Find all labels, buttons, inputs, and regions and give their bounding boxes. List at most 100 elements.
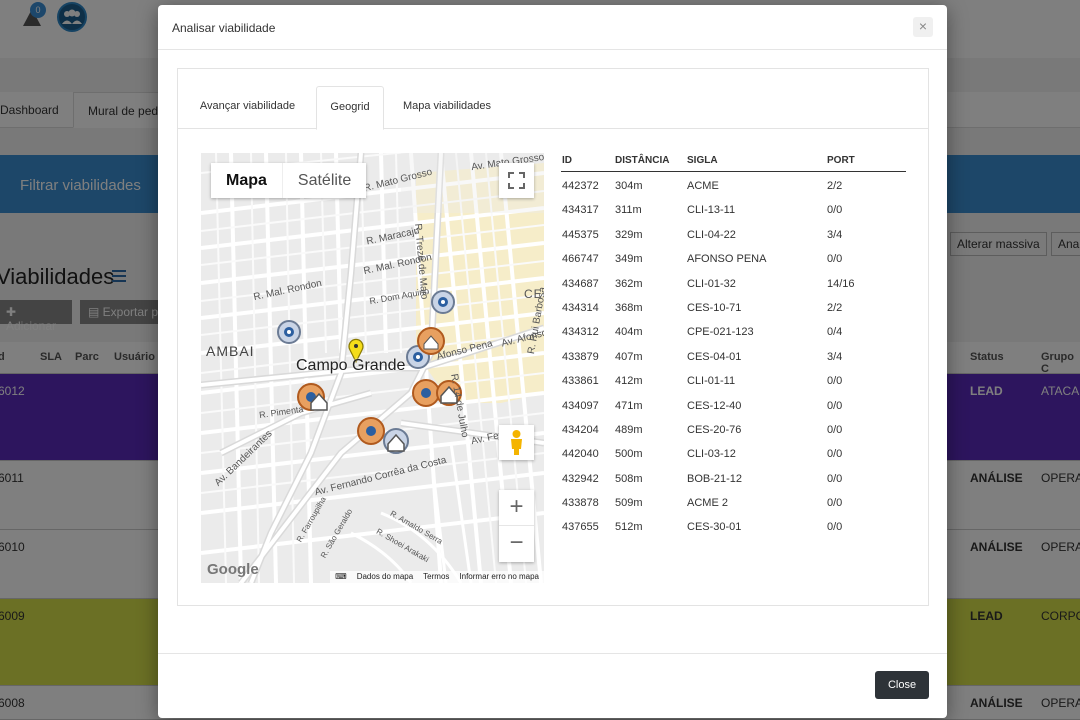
tab-geogrid[interactable]: Geogrid [316,86,384,130]
map-data-link[interactable]: Dados do mapa [357,572,413,582]
table-cell: 14/16 [827,277,855,290]
table-cell: 0/0 [827,204,843,217]
table-cell: 304m [615,180,643,192]
table-cell: 311m [615,204,642,217]
col-port: PORT [827,155,855,166]
terms-link[interactable]: Termos [423,572,449,582]
table-cell: 500m [615,448,643,461]
table-cell: 407m [615,350,643,363]
table-cell: 466747 [562,253,599,266]
table-cell: 368m [615,301,643,314]
table-cell: 434687 [562,277,599,290]
table-cell: 0/0 [827,399,843,412]
zoom-in-button[interactable]: + [499,490,534,526]
geogrid-map[interactable]: Av. Mato Grosso R. Mato Grosso R. Treze … [201,153,544,583]
table-cell: 329m [615,228,643,241]
table-row[interactable]: 434204 489m CES-20-76 0/0 [561,416,906,440]
table-header: ID DISTÂNCIA SIGLA PORT [561,155,906,172]
col-sigla: SIGLA [687,155,718,166]
district-label: CE [524,287,543,301]
table-cell: 0/4 [827,326,843,339]
table-row[interactable]: 434312 404m CPE-021-123 0/4 [561,318,906,342]
table-row[interactable]: 433878 509m ACME 2 0/0 [561,489,906,513]
pegman-icon[interactable] [499,425,534,460]
table-cell: 0/0 [827,375,843,388]
table-body: 442372 304m ACME 2/2 434317 311m CLI-13-11 0/0 4… [561,172,906,538]
table-cell: 404m [615,326,643,339]
table-cell: CLI-03-12 [687,448,736,461]
table-row[interactable]: 442040 500m CLI-03-12 0/0 [561,440,906,464]
table-row[interactable]: 434687 362m CLI-01-32 14/16 [561,270,906,294]
table-cell: CLI-13-11 [687,204,736,217]
fullscreen-icon[interactable] [499,163,534,198]
table-cell: 3/4 [827,350,843,363]
table-cell: 442372 [562,180,599,192]
table-cell: 0/0 [827,521,843,534]
table-cell: CES-10-71 [687,301,742,314]
table-cell: 3/4 [827,228,843,241]
map-type-satellite-button[interactable]: Satélite [281,163,366,198]
table-row[interactable]: 466747 349m AFONSO PENA 0/0 [561,245,906,269]
close-icon[interactable]: × [913,17,933,37]
table-cell: 0/0 [827,497,843,510]
table-cell: 442040 [562,448,599,461]
table-cell: CES-20-76 [687,423,742,436]
table-cell: BOB-21-12 [687,472,743,485]
col-id: ID [562,155,572,166]
table-cell: 2/2 [827,301,843,314]
table-cell: 2/2 [827,180,843,192]
table-row[interactable]: 433861 412m CLI-01-11 0/0 [561,367,906,391]
city-label: Campo Grande [296,357,406,374]
map-type-map-button[interactable]: Mapa [211,163,282,198]
district-label: AMBAI [206,343,255,359]
tab-avancar-viabilidade[interactable]: Avançar viabilidade [187,86,308,129]
tab-mapa-viabilidades[interactable]: Mapa viabilidades [392,86,502,129]
keyboard-icon[interactable]: ⌨ [335,572,347,582]
table-cell: 0/0 [827,448,843,461]
modal-panel: Avançar viabilidade Geogrid Mapa viabili… [177,68,929,606]
table-row[interactable]: 432942 508m BOB-21-12 0/0 [561,465,906,489]
modal-tabs: Avançar viabilidade Geogrid Mapa viabili… [178,85,928,130]
map-type-control: Mapa Satélite [211,163,367,198]
table-cell: 0/0 [827,472,843,485]
zoom-out-button[interactable]: − [499,526,534,562]
table-cell: 434314 [562,301,599,314]
table-cell: 0/0 [827,253,843,266]
table-cell: CLI-04-22 [687,228,736,241]
table-cell: 437655 [562,521,599,534]
table-cell: 0/0 [827,423,843,436]
table-cell: CES-30-01 [687,521,742,534]
table-cell: ACME 2 [687,497,728,510]
table-row[interactable]: 437655 512m CES-30-01 0/0 [561,513,906,537]
table-cell: 471m [615,399,643,412]
table-row[interactable]: 434097 471m CES-12-40 0/0 [561,392,906,416]
table-cell: 445375 [562,228,599,241]
table-cell: 434097 [562,399,599,412]
table-cell: 512m [615,521,643,534]
close-button[interactable]: Close [875,671,929,699]
viabilidade-table: ID DISTÂNCIA SIGLA PORT 442372 304m ACME 2/… [561,155,906,538]
table-cell: CLI-01-11 [687,375,736,388]
table-row[interactable]: 445375 329m CLI-04-22 3/4 [561,221,906,245]
table-row[interactable]: 442372 304m ACME 2/2 [561,172,906,196]
table-cell: 508m [615,472,643,485]
google-logo: Google [207,561,259,578]
modal-header: Analisar viabilidade × [158,5,947,50]
table-cell: 433861 [562,375,599,388]
table-cell: 509m [615,497,643,510]
table-cell: 434204 [562,423,599,436]
table-cell: 434312 [562,326,599,339]
report-error-link[interactable]: Informar erro no mapa [459,572,539,582]
map-footer: ⌨ Dados do mapa Termos Informar erro no … [330,571,544,583]
table-cell: CPE-021-123 [687,326,754,339]
table-row[interactable]: 434314 368m CES-10-71 2/2 [561,294,906,318]
table-row[interactable]: 434317 311m CLI-13-11 0/0 [561,196,906,220]
zoom-control: + − [499,490,534,562]
table-cell: ACME [687,180,719,192]
table-cell: 489m [615,423,643,436]
table-cell: 433879 [562,350,599,363]
col-distancia: DISTÂNCIA [615,155,670,166]
table-cell: 434317 [562,204,599,217]
modal-title: Analisar viabilidade [172,21,276,35]
table-row[interactable]: 433879 407m CES-04-01 3/4 [561,343,906,367]
